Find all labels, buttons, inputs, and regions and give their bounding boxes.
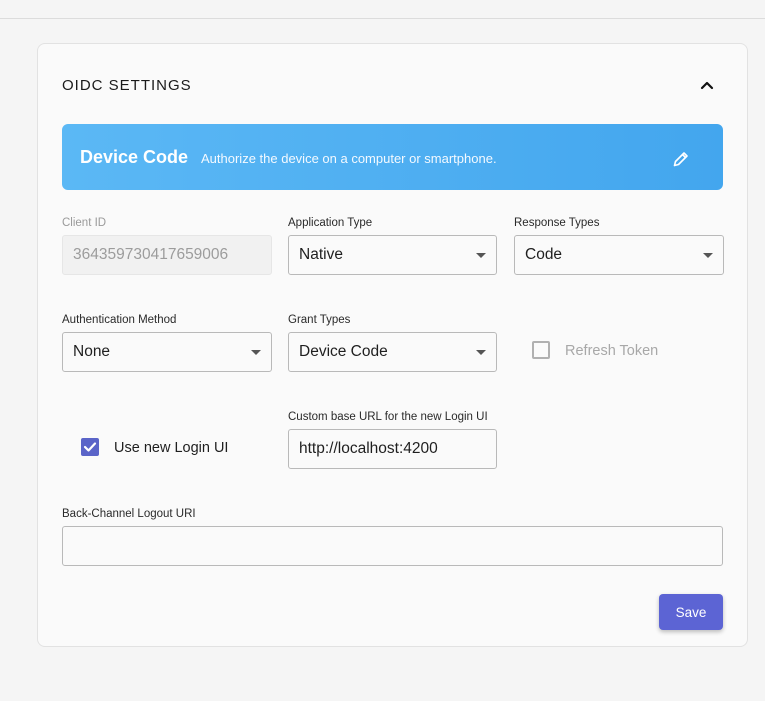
back-channel-logout-uri-input[interactable] (62, 526, 723, 566)
response-types-select[interactable]: Code (514, 235, 724, 275)
application-type-select[interactable]: Native (288, 235, 497, 275)
section-title: OIDC SETTINGS (62, 77, 192, 94)
pencil-icon (673, 152, 688, 167)
custom-base-url-label: Custom base URL for the new Login UI (288, 411, 488, 423)
back-channel-logout-uri-label: Back-Channel Logout URI (62, 508, 196, 520)
application-type-value: Native (299, 246, 343, 263)
custom-base-url-input[interactable]: http://localhost:4200 (288, 429, 497, 469)
banner-description: Authorize the device on a computer or sm… (201, 151, 497, 166)
authentication-method-value: None (73, 343, 111, 360)
top-bar (0, 0, 765, 19)
grant-types-label: Grant Types (288, 314, 351, 326)
dropdown-arrow-icon (251, 350, 261, 355)
edit-button[interactable] (670, 148, 692, 170)
refresh-token-label: Refresh Token (565, 343, 659, 359)
grant-types-value: Device Code (299, 343, 388, 360)
dropdown-arrow-icon (476, 350, 486, 355)
collapse-button[interactable] (696, 74, 718, 96)
authentication-method-label: Authentication Method (62, 314, 177, 326)
save-button[interactable]: Save (659, 594, 723, 630)
use-new-login-ui-checkbox[interactable] (81, 438, 99, 456)
dropdown-arrow-icon (476, 253, 486, 258)
use-new-login-ui-label: Use new Login UI (114, 440, 229, 456)
response-types-value: Code (525, 246, 563, 263)
check-icon (83, 442, 97, 452)
dropdown-arrow-icon (703, 253, 713, 258)
grant-type-banner: Device Code Authorize the device on a co… (62, 124, 723, 190)
response-types-label: Response Types (514, 217, 600, 229)
grant-types-select[interactable]: Device Code (288, 332, 497, 372)
oidc-settings-card: OIDC SETTINGS Device Code Authorize the … (37, 43, 748, 647)
banner-title: Device Code (80, 147, 189, 167)
application-type-label: Application Type (288, 217, 373, 229)
authentication-method-select[interactable]: None (62, 332, 272, 372)
client-id-field: 364359730417659006 (62, 235, 272, 275)
chevron-up-icon (700, 81, 714, 90)
client-id-label: Client ID (62, 217, 107, 229)
refresh-token-checkbox[interactable] (532, 341, 550, 359)
